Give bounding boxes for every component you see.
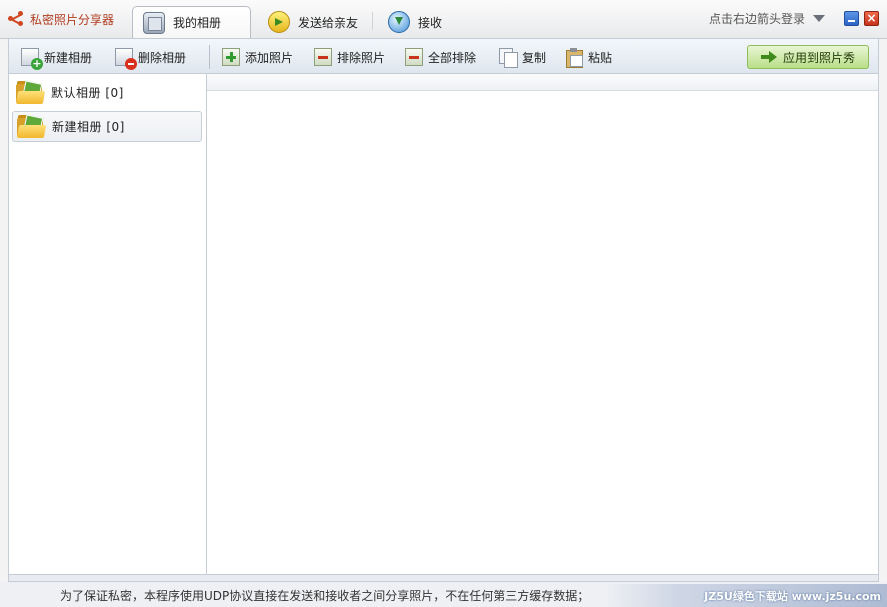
login-prompt[interactable]: 点击右边箭头登录 [709,10,825,27]
album-label: 默认相册 [0] [51,86,124,100]
copy-button[interactable]: 复制 [499,47,547,68]
app-title: 私密照片分享器 [8,10,114,28]
album-list: 默认相册 [0] 新建相册 [0] [8,74,207,574]
add-photo-label: 添加照片 [245,50,294,65]
delete-album-button[interactable]: 删除相册 [115,47,187,70]
status-text: 为了保证私密，本程序使用UDP协议直接在发送和接收者之间分享照片，不在任何第三方… [60,589,590,603]
new-album-icon: + [21,48,43,70]
send-icon [268,11,290,33]
album-item-default[interactable]: 默认相册 [0] [12,77,202,108]
horizontal-scrollbar[interactable] [8,574,879,582]
copy-icon [499,48,518,68]
minimize-button[interactable] [844,11,859,26]
arrow-right-icon [760,51,777,63]
add-photo-icon [222,48,240,66]
photo-view-header [207,74,878,91]
remove-photo-label: 排除照片 [337,50,386,65]
share-icon [8,11,24,27]
remove-all-icon [405,48,423,66]
tab-receive[interactable]: 接收 [378,6,458,38]
copy-label: 复制 [522,50,547,65]
chevron-down-icon[interactable] [813,15,825,22]
watermark-text: JZ5U绿色下载站 www.jz5u.com [704,589,881,603]
close-button[interactable]: × [864,11,879,26]
delete-album-icon [115,48,137,70]
delete-album-label: 删除相册 [138,50,187,65]
folder-icon [15,79,46,106]
new-album-button[interactable]: + 新建相册 [21,47,93,70]
tab-label: 我的相册 [173,16,222,30]
album-icon [143,11,165,34]
remove-all-button[interactable]: 全部排除 [405,47,476,67]
title-bar: 私密照片分享器 我的相册 发送给亲友 接收 点击右边箭头登录 × [0,0,887,39]
app-title-label: 私密照片分享器 [30,12,115,27]
tab-send-to-friends[interactable]: 发送给亲友 [258,6,368,38]
watermark: JZ5U绿色下载站 www.jz5u.com [605,584,887,607]
tab-divider [372,12,373,30]
toolbar: + 新建相册 删除相册 添加照片 排除照片 全部排除 复制 粘贴 应用到照片秀 [8,38,879,74]
login-label: 点击右边箭头登录 [708,12,805,26]
album-item-new[interactable]: 新建相册 [0] [12,111,202,142]
remove-all-label: 全部排除 [428,50,477,65]
tab-label: 接收 [418,15,443,30]
receive-icon [388,11,410,33]
new-album-label: 新建相册 [44,50,93,65]
photo-view[interactable] [207,74,879,574]
remove-photo-button[interactable]: 排除照片 [314,47,385,67]
add-photo-button[interactable]: 添加照片 [222,47,293,67]
album-label: 新建相册 [0] [52,120,125,134]
tab-label: 发送给亲友 [298,15,359,30]
paste-button[interactable]: 粘贴 [565,47,613,68]
apply-to-photo-show-button[interactable]: 应用到照片秀 [747,45,869,69]
apply-label: 应用到照片秀 [782,50,855,65]
toolbar-divider [209,45,210,69]
paste-label: 粘贴 [588,50,613,65]
tab-my-albums[interactable]: 我的相册 [132,6,251,38]
paste-icon [565,48,583,68]
remove-photo-icon [314,48,332,66]
folder-icon [16,113,47,140]
